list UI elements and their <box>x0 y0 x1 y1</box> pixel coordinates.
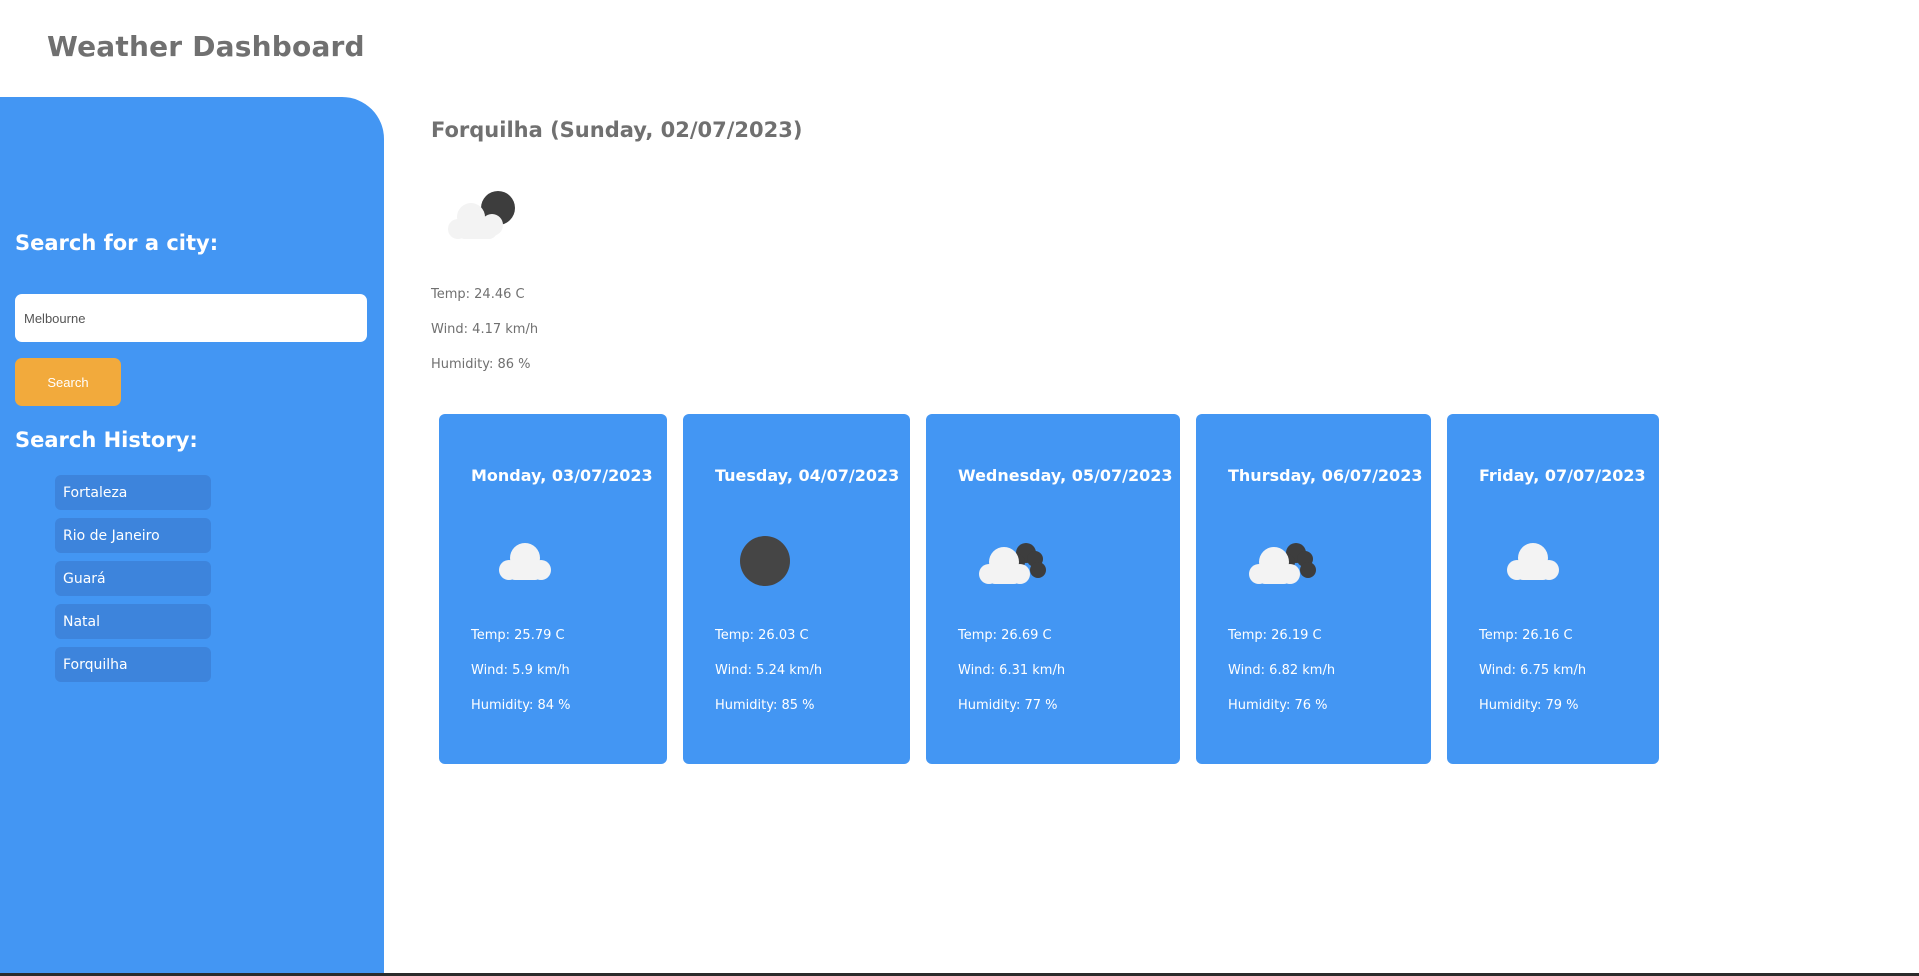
cloud-icon <box>1507 543 1559 580</box>
forecast-humidity: Humidity: 77 % <box>958 698 1058 713</box>
forecast-temp: Temp: 26.03 C <box>715 628 809 643</box>
current-city-title: Forquilha (Sunday, 02/07/2023) <box>431 118 803 142</box>
forecast-wind: Wind: 6.82 km/h <box>1228 663 1336 678</box>
search-heading: Search for a city: <box>15 231 219 255</box>
history-item-forquilha[interactable]: Forquilha <box>55 647 211 682</box>
weather-dashboard-page: Weather Dashboard Search for a city: Sea… <box>0 0 1919 976</box>
forecast-wind: Wind: 6.75 km/h <box>1479 663 1587 678</box>
forecast-date: Friday, 07/07/2023 <box>1479 466 1646 485</box>
search-history-list: Fortaleza Rio de Janeiro Guará Natal For… <box>55 475 211 690</box>
forecast-wind: Wind: 6.31 km/h <box>958 663 1066 678</box>
cloud-moon-icon <box>448 191 515 239</box>
forecast-wind: Wind: 5.9 km/h <box>471 663 570 678</box>
forecast-humidity: Humidity: 79 % <box>1479 698 1579 713</box>
forecast-card: Friday, 07/07/2023 Temp: 26.16 C Wind: 6… <box>1447 414 1659 764</box>
sidebar: Search for a city: Search Search History… <box>0 97 384 973</box>
search-button[interactable]: Search <box>15 358 121 406</box>
broken-clouds-icon <box>979 543 1046 584</box>
forecast-temp: Temp: 26.16 C <box>1479 628 1573 643</box>
forecast-humidity: Humidity: 84 % <box>471 698 571 713</box>
current-temp: Temp: 24.46 C <box>431 287 525 302</box>
forecast-date: Wednesday, 05/07/2023 <box>958 466 1173 485</box>
search-history-heading: Search History: <box>15 428 198 452</box>
current-humidity: Humidity: 86 % <box>431 357 531 372</box>
cloud-icon <box>499 543 551 580</box>
history-item-natal[interactable]: Natal <box>55 604 211 639</box>
forecast-card: Thursday, 06/07/2023 Temp: 26.19 C Wind:… <box>1196 414 1431 764</box>
forecast-humidity: Humidity: 76 % <box>1228 698 1328 713</box>
forecast-temp: Temp: 25.79 C <box>471 628 565 643</box>
history-item-fortaleza[interactable]: Fortaleza <box>55 475 211 510</box>
broken-clouds-icon <box>1249 543 1316 584</box>
forecast-temp: Temp: 26.19 C <box>1228 628 1322 643</box>
history-item-guara[interactable]: Guará <box>55 561 211 596</box>
history-item-rio-de-janeiro[interactable]: Rio de Janeiro <box>55 518 211 553</box>
forecast-date: Monday, 03/07/2023 <box>471 466 653 485</box>
forecast-card: Tuesday, 04/07/2023 Temp: 26.03 C Wind: … <box>683 414 910 764</box>
moon-icon <box>740 536 790 586</box>
forecast-card: Monday, 03/07/2023 Temp: 25.79 C Wind: 5… <box>439 414 667 764</box>
forecast-date: Thursday, 06/07/2023 <box>1228 466 1423 485</box>
forecast-wind: Wind: 5.24 km/h <box>715 663 823 678</box>
forecast-date: Tuesday, 04/07/2023 <box>715 466 900 485</box>
city-search-input[interactable] <box>15 294 367 342</box>
forecast-temp: Temp: 26.69 C <box>958 628 1052 643</box>
forecast-humidity: Humidity: 85 % <box>715 698 815 713</box>
forecast-card: Wednesday, 05/07/2023 Temp: 26.69 C Wind… <box>926 414 1180 764</box>
app-title: Weather Dashboard <box>47 30 365 63</box>
current-wind: Wind: 4.17 km/h <box>431 322 539 337</box>
